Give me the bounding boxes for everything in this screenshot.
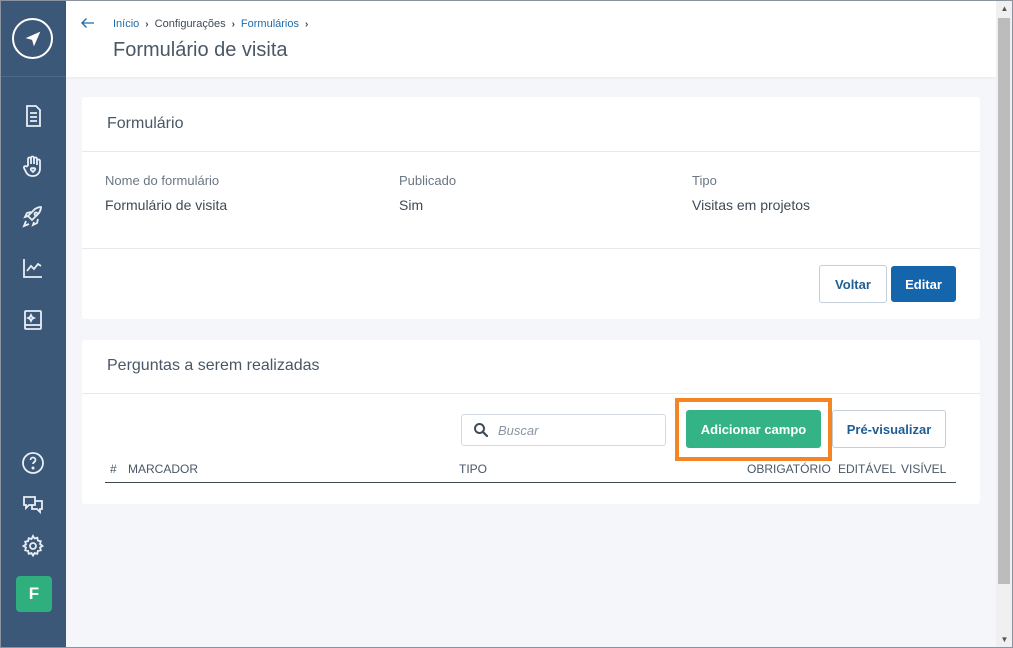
chevron-right-icon: ›	[305, 18, 309, 30]
scrollbar-thumb[interactable]	[998, 18, 1010, 584]
form-details-card: Formulário Nome do formulário Formulário…	[82, 97, 980, 319]
breadcrumb: Início › Configurações › Formulários ›	[113, 18, 308, 30]
hand-heart-icon[interactable]	[19, 152, 47, 180]
vertical-scrollbar[interactable]: ▲ ▼	[996, 0, 1013, 648]
preview-button[interactable]: Pré-visualizar	[832, 410, 946, 448]
chat-icon[interactable]	[19, 490, 47, 518]
breadcrumb-settings[interactable]: Configurações	[155, 18, 226, 30]
published-value: Sim	[399, 197, 424, 213]
form-name-value: Formulário de visita	[105, 197, 228, 213]
edit-button[interactable]: Editar	[891, 266, 956, 302]
card-title: Perguntas a serem realizadas	[107, 357, 320, 374]
published-label: Publicado	[399, 173, 457, 188]
gear-icon[interactable]	[19, 532, 47, 560]
scroll-up-icon[interactable]: ▲	[996, 0, 1013, 17]
search-input-wrapper[interactable]	[461, 414, 666, 446]
document-icon[interactable]	[19, 102, 47, 130]
search-input[interactable]	[498, 422, 658, 438]
table-header-line	[105, 482, 956, 483]
column-header-visible[interactable]: VISÍVEL	[901, 462, 946, 476]
card-title: Formulário	[107, 115, 184, 132]
add-field-button[interactable]: Adicionar campo	[686, 410, 821, 448]
breadcrumb-home[interactable]: Início	[113, 18, 139, 30]
help-icon[interactable]	[19, 449, 47, 477]
form-name-label: Nome do formulário	[105, 173, 220, 188]
sidebar-divider	[0, 76, 66, 77]
divider	[82, 393, 980, 394]
breadcrumb-forms[interactable]: Formulários	[241, 18, 299, 30]
chevron-right-icon: ›	[145, 18, 149, 30]
rocket-icon[interactable]	[19, 203, 47, 231]
type-label: Tipo	[692, 173, 717, 188]
divider	[82, 151, 980, 152]
divider	[82, 248, 980, 249]
back-button[interactable]: Voltar	[819, 265, 887, 303]
chevron-right-icon: ›	[231, 18, 235, 30]
column-header-marker[interactable]: MARCADOR	[128, 462, 198, 476]
scroll-down-icon[interactable]: ▼	[996, 631, 1013, 648]
sidebar: F	[0, 0, 66, 648]
photo-book-icon[interactable]	[19, 306, 47, 334]
search-icon	[474, 423, 489, 438]
page-title: Formulário de visita	[113, 39, 288, 61]
column-header-editable[interactable]: EDITÁVEL	[838, 462, 896, 476]
avatar[interactable]: F	[16, 576, 52, 612]
type-value: Visitas em projetos	[692, 197, 811, 213]
page-header: Início › Configurações › Formulários › F…	[66, 0, 996, 77]
back-arrow-icon[interactable]	[79, 14, 97, 32]
column-header-type[interactable]: TIPO	[459, 462, 487, 476]
column-header-number: #	[110, 462, 117, 476]
column-header-required[interactable]: OBRIGATÓRIO	[747, 462, 831, 476]
compass-logo-icon[interactable]	[12, 18, 53, 59]
chart-line-icon[interactable]	[19, 254, 47, 282]
